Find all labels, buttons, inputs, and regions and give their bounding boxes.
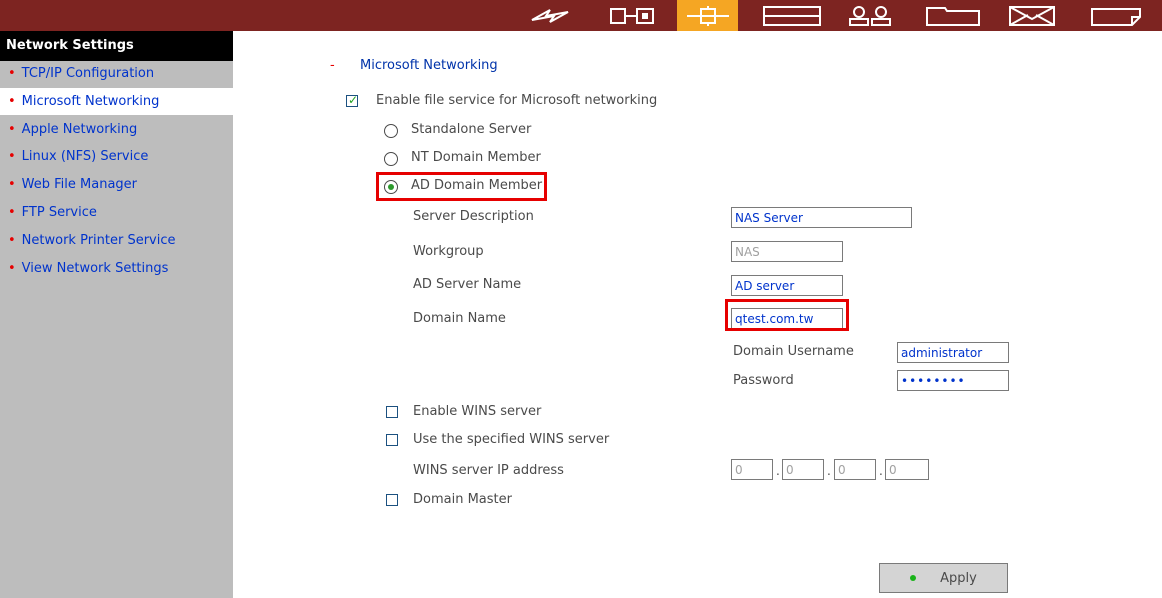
password-label: Password — [733, 373, 794, 388]
status-icon[interactable] — [1082, 0, 1150, 31]
section-title: Microsoft Networking — [360, 58, 498, 73]
bullet-icon: • — [8, 205, 16, 220]
domain-master-label: Domain Master — [413, 492, 512, 507]
domain-master-checkbox[interactable] — [386, 494, 398, 506]
workgroup-label: Workgroup — [413, 244, 484, 259]
password-input[interactable] — [897, 370, 1009, 391]
wins-ip-label: WINS server IP address — [413, 463, 564, 478]
top-toolbar — [0, 0, 1162, 31]
section-dash: - — [330, 58, 335, 73]
specified-wins-checkbox[interactable] — [386, 434, 398, 446]
domain-username-input[interactable] — [897, 342, 1009, 363]
bullet-icon: • — [8, 233, 16, 248]
specified-wins-label: Use the specified WINS server — [413, 432, 610, 447]
server-description-label: Server Description — [413, 209, 534, 224]
ad-server-name-label: AD Server Name — [413, 277, 522, 292]
system-icon[interactable] — [598, 0, 668, 31]
selected-dot-icon — [388, 184, 394, 190]
users-icon[interactable] — [838, 0, 904, 31]
sidebar-item-label: Apple Networking — [21, 122, 138, 137]
enable-ms-label: Enable file service for Microsoft networ… — [376, 93, 658, 108]
ad-server-name-input[interactable] — [731, 275, 843, 296]
domain-name-label: Domain Name — [413, 311, 506, 326]
sidebar-item-label: Network Printer Service — [21, 233, 176, 248]
status-dot-icon — [910, 575, 917, 581]
ad-domain-label: AD Domain Member — [411, 178, 543, 193]
apply-button[interactable]: Apply — [879, 563, 1008, 593]
sidebar-item-nfs[interactable]: • Linux (NFS) Service — [0, 143, 233, 170]
sidebar-item-label: Web File Manager — [21, 177, 138, 192]
nt-domain-label: NT Domain Member — [411, 150, 541, 165]
wins-ip-octet-3[interactable] — [834, 459, 876, 480]
sidebar-title: Network Settings — [0, 31, 233, 61]
apply-label: Apply — [940, 570, 977, 586]
sidebar-item-label: Linux (NFS) Service — [21, 149, 149, 164]
bullet-icon: • — [8, 94, 16, 109]
device-icon[interactable] — [752, 0, 832, 31]
sidebar-item-label: Microsoft Networking — [21, 94, 160, 109]
sidebar-item-apple-networking[interactable]: • Apple Networking — [0, 116, 233, 143]
wins-ip-octet-1[interactable] — [731, 459, 773, 480]
wins-ip-octet-2[interactable] — [782, 459, 824, 480]
ip-separator: . — [776, 464, 780, 478]
share-icon[interactable] — [918, 0, 988, 31]
sidebar-item-web-file-manager[interactable]: • Web File Manager — [0, 171, 233, 198]
sidebar-item-label: TCP/IP Configuration — [21, 66, 155, 81]
wins-ip-octet-4[interactable] — [885, 459, 929, 480]
server-description-input[interactable] — [731, 207, 912, 228]
workgroup-input[interactable] — [731, 241, 843, 262]
enable-ms-checkbox[interactable]: ✓ — [346, 93, 359, 107]
bullet-icon: • — [8, 149, 16, 164]
sidebar-item-label: FTP Service — [21, 205, 97, 220]
ip-separator: . — [879, 464, 883, 478]
nt-domain-radio[interactable] — [384, 152, 398, 166]
bullet-icon: • — [8, 261, 16, 276]
sidebar-item-microsoft-networking[interactable]: • Microsoft Networking — [0, 88, 233, 115]
ip-separator: . — [827, 464, 831, 478]
bullet-icon: • — [8, 66, 16, 81]
sidebar: Network Settings • TCP/IP Configuration •… — [0, 31, 233, 598]
bullet-icon: • — [8, 122, 16, 137]
domain-username-label: Domain Username — [733, 344, 854, 359]
enable-wins-label: Enable WINS server — [413, 404, 542, 419]
sidebar-item-view-settings[interactable]: • View Network Settings — [0, 255, 233, 282]
domain-name-input[interactable] — [731, 308, 843, 329]
sidebar-item-tcpip[interactable]: • TCP/IP Configuration — [0, 60, 233, 87]
sidebar-item-printer[interactable]: • Network Printer Service — [0, 227, 233, 254]
enable-wins-checkbox[interactable] — [386, 406, 398, 418]
wizard-icon[interactable] — [520, 0, 580, 31]
standalone-radio[interactable] — [384, 124, 398, 138]
network-icon[interactable] — [677, 0, 738, 31]
sidebar-item-label: View Network Settings — [21, 261, 169, 276]
standalone-label: Standalone Server — [411, 122, 532, 137]
ad-domain-radio[interactable] — [384, 180, 398, 194]
check-icon: ✓ — [348, 93, 359, 107]
bullet-icon: • — [8, 177, 16, 192]
mail-icon[interactable] — [1001, 0, 1063, 31]
sidebar-item-ftp[interactable]: • FTP Service — [0, 199, 233, 226]
